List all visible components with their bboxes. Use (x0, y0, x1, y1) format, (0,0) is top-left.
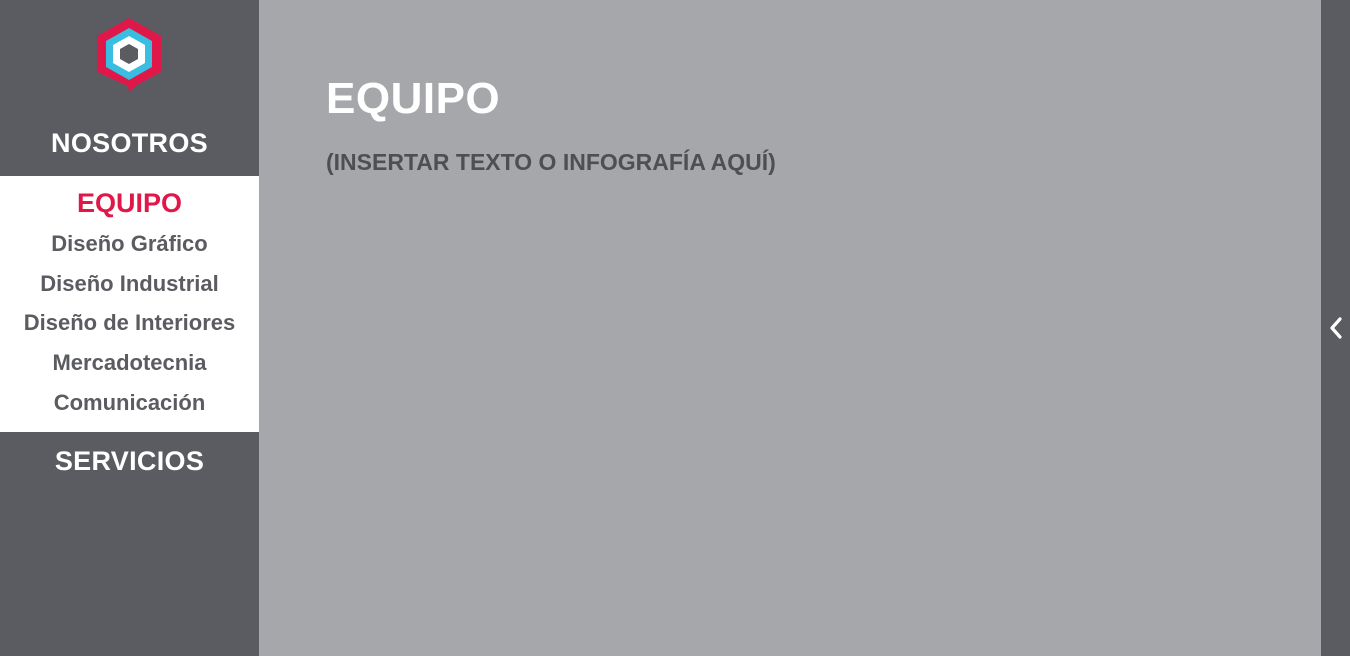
page-title: EQUIPO (326, 74, 501, 123)
chevron-left-icon[interactable] (1328, 316, 1344, 340)
sidebar: NOSOTROS EQUIPO Diseño Gráfico Diseño In… (0, 0, 259, 656)
nav-servicios[interactable]: SERVICIOS (0, 446, 259, 477)
submenu-item-comunicacion[interactable]: Comunicación (0, 390, 259, 416)
page-subtitle: (INSERTAR TEXTO O INFOGRAFÍA AQUÍ) (326, 149, 776, 175)
page: NOSOTROS EQUIPO Diseño Gráfico Diseño In… (0, 0, 1350, 656)
hexagon-logo-icon[interactable] (94, 16, 164, 94)
submenu-item-diseno-interiores[interactable]: Diseño de Interiores (0, 310, 259, 336)
right-panel-toggle[interactable] (1321, 0, 1350, 656)
submenu: EQUIPO Diseño Gráfico Diseño Industrial … (0, 176, 259, 432)
submenu-item-equipo[interactable]: EQUIPO (0, 188, 259, 219)
nav-nosotros[interactable]: NOSOTROS (0, 128, 259, 159)
submenu-item-diseno-industrial[interactable]: Diseño Industrial (0, 271, 259, 297)
submenu-item-mercadotecnia[interactable]: Mercadotecnia (0, 350, 259, 376)
submenu-item-diseno-grafico[interactable]: Diseño Gráfico (0, 231, 259, 257)
